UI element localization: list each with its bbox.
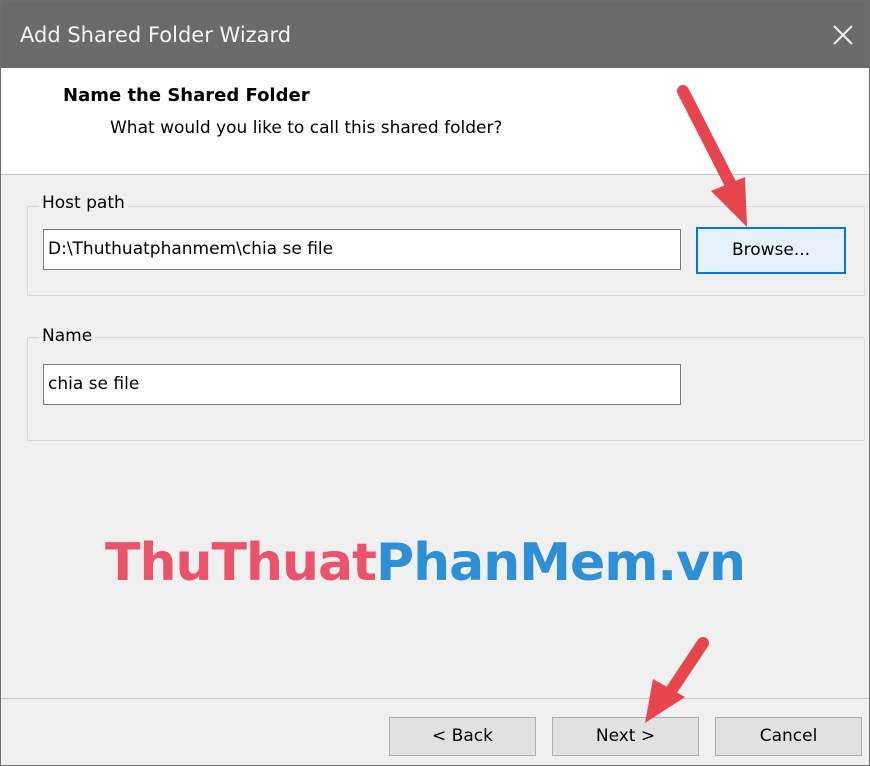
red-arrow-icon (645, 637, 709, 723)
page-title: Name the Shared Folder (63, 85, 310, 106)
back-button[interactable]: < Back (389, 717, 536, 756)
back-button-label: < Back (432, 726, 493, 746)
watermark-part-1: ThuThuat (105, 533, 377, 593)
wizard-window: Add Shared Folder Wizard Name the Shared… (0, 0, 870, 766)
wizard-header: Name the Shared Folder What would you li… (1, 68, 869, 175)
cancel-button[interactable]: Cancel (715, 717, 862, 756)
browse-button[interactable]: Browse... (696, 227, 846, 274)
window-title: Add Shared Folder Wizard (20, 23, 292, 47)
page-subtitle: What would you like to call this shared … (110, 118, 503, 138)
browse-button-label: Browse... (731, 240, 811, 260)
close-icon (833, 25, 853, 45)
host-path-label: Host path (39, 193, 128, 213)
name-input[interactable]: chia se file (43, 364, 681, 405)
next-button[interactable]: Next > (552, 717, 699, 756)
close-button[interactable] (823, 15, 863, 55)
name-label: Name (39, 326, 96, 346)
cancel-button-label: Cancel (759, 726, 818, 746)
footer-divider (1, 698, 869, 699)
watermark-part-2: PhanMem.vn (375, 533, 746, 593)
next-button-label: Next > (595, 726, 656, 746)
title-bar: Add Shared Folder Wizard (1, 1, 869, 68)
watermark-logo: ThuThuatPhanMem.vn (105, 533, 746, 593)
host-path-input[interactable]: D:\Thuthuatphanmem\chia se file (43, 229, 681, 270)
